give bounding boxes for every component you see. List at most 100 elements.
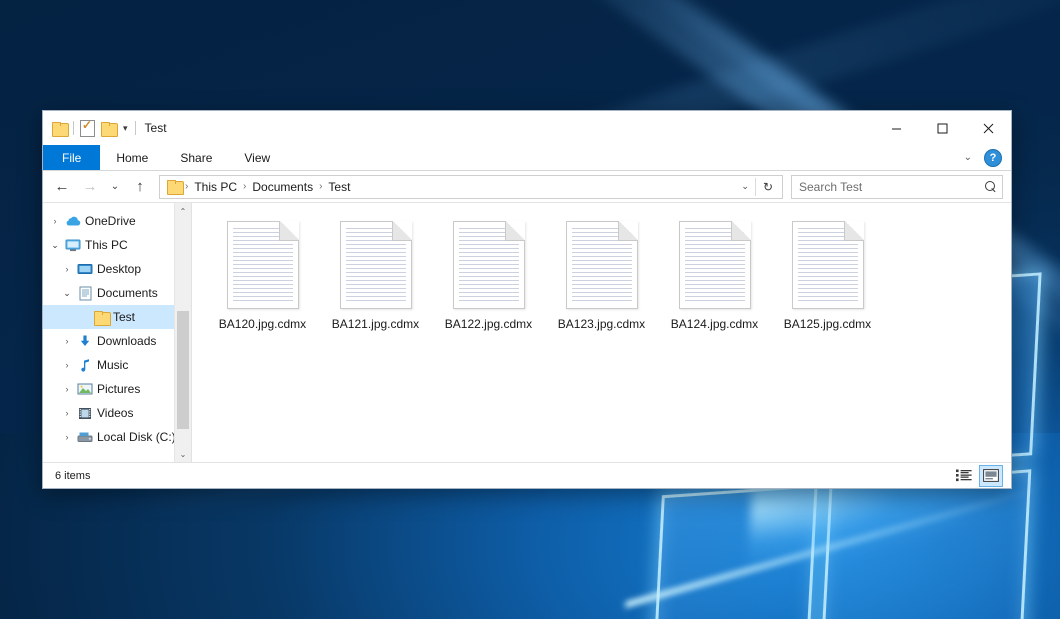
search-icon[interactable] xyxy=(985,181,997,193)
sidebar-item-test[interactable]: Test xyxy=(43,305,191,329)
file-item[interactable]: BA123.jpg.cdmx xyxy=(545,217,658,337)
generic-document-icon xyxy=(227,221,299,309)
generic-document-icon xyxy=(566,221,638,309)
folder-icon xyxy=(91,311,111,324)
file-list-view[interactable]: BA120.jpg.cdmx BA121.jpg.cdmx BA122.jpg.… xyxy=(192,203,1011,462)
harddisk-icon xyxy=(75,431,95,443)
sidebar-item-label: Test xyxy=(111,310,135,324)
sidebar-item-label: Desktop xyxy=(95,262,141,276)
film-icon xyxy=(75,407,95,420)
breadcrumb-folder-icon[interactable] xyxy=(167,180,182,193)
sidebar-item-pictures[interactable]: › Pictures xyxy=(43,377,191,401)
generic-document-icon xyxy=(679,221,751,309)
sidebar-item-label: Documents xyxy=(95,286,158,300)
expander-icon[interactable]: › xyxy=(47,216,63,226)
back-button[interactable]: ← xyxy=(49,175,75,199)
file-item[interactable]: BA120.jpg.cdmx xyxy=(206,217,319,337)
toolbar-divider xyxy=(73,121,74,135)
sidebar-item-label: Downloads xyxy=(95,334,156,348)
sidebar-item-this-pc[interactable]: ⌄ This PC xyxy=(43,233,191,257)
documents-icon xyxy=(75,286,95,301)
sidebar-item-documents[interactable]: ⌄ Documents xyxy=(43,281,191,305)
properties-icon[interactable] xyxy=(80,120,95,137)
quick-access-toolbar: ▾ xyxy=(43,120,136,137)
file-explorer-window: ▾ Test File Home Share View ⌄ ? ← → xyxy=(42,110,1012,489)
expander-icon[interactable]: ⌄ xyxy=(59,288,75,299)
view-mode-buttons xyxy=(953,465,1003,487)
expander-icon[interactable]: › xyxy=(59,432,75,442)
scroll-up-icon[interactable]: ⌃ xyxy=(175,203,191,219)
maximize-button[interactable] xyxy=(919,111,965,145)
breadcrumb-dropdown-icon[interactable]: ⌄ xyxy=(735,181,755,192)
generic-document-icon xyxy=(340,221,412,309)
sidebar-item-label: OneDrive xyxy=(83,214,136,228)
breadcrumb-item-this-pc[interactable]: This PC xyxy=(189,180,242,194)
file-name: BA125.jpg.cdmx xyxy=(784,317,871,331)
expander-icon[interactable]: › xyxy=(59,360,75,370)
navigation-pane: › OneDrive ⌄ This PC › xyxy=(43,203,192,462)
search-input[interactable] xyxy=(797,179,985,195)
new-folder-icon[interactable] xyxy=(101,122,116,135)
picture-icon xyxy=(75,383,95,395)
customize-caret-icon[interactable]: ▾ xyxy=(122,124,129,133)
refresh-icon[interactable]: ↻ xyxy=(756,180,780,194)
tab-home[interactable]: Home xyxy=(100,145,164,170)
expander-icon[interactable]: › xyxy=(59,264,75,274)
file-item[interactable]: BA125.jpg.cdmx xyxy=(771,217,884,337)
sidebar-item-local-disk-c[interactable]: › Local Disk (C:) xyxy=(43,425,191,449)
breadcrumb[interactable]: › This PC › Documents › Test ⌄ ↻ xyxy=(159,175,783,199)
search-box[interactable] xyxy=(791,175,1003,199)
tab-view[interactable]: View xyxy=(228,145,286,170)
chevron-down-icon[interactable]: ⌄ xyxy=(960,152,976,163)
generic-document-icon xyxy=(453,221,525,309)
onedrive-cloud-icon xyxy=(63,215,83,227)
generic-document-icon xyxy=(792,221,864,309)
scroll-down-icon[interactable]: ⌄ xyxy=(175,446,191,462)
desktop-icon xyxy=(75,263,95,276)
expander-icon[interactable]: › xyxy=(59,336,75,346)
expander-icon[interactable]: › xyxy=(59,408,75,418)
title-bar: ▾ Test xyxy=(43,111,1011,145)
address-bar: ← → ⌄ ↑ › This PC › Documents › Test ⌄ ↻ xyxy=(43,171,1011,203)
expander-icon[interactable]: › xyxy=(59,384,75,394)
file-item[interactable]: BA122.jpg.cdmx xyxy=(432,217,545,337)
ribbon-right-controls: ⌄ ? xyxy=(960,145,1007,170)
status-bar: 6 items xyxy=(43,462,1011,488)
sidebar-item-label: Pictures xyxy=(95,382,140,396)
up-button[interactable]: ↑ xyxy=(127,175,153,199)
sidebar-item-music[interactable]: › Music xyxy=(43,353,191,377)
file-grid: BA120.jpg.cdmx BA121.jpg.cdmx BA122.jpg.… xyxy=(206,217,1011,337)
tab-file[interactable]: File xyxy=(43,145,100,170)
tab-share[interactable]: Share xyxy=(164,145,228,170)
ribbon-tab-bar: File Home Share View ⌄ ? xyxy=(43,145,1011,171)
sidebar-item-onedrive[interactable]: › OneDrive xyxy=(43,209,191,233)
explorer-body: › OneDrive ⌄ This PC › xyxy=(43,203,1011,462)
sidebar-item-downloads[interactable]: › Downloads xyxy=(43,329,191,353)
file-name: BA124.jpg.cdmx xyxy=(671,317,758,331)
music-note-icon xyxy=(75,358,95,372)
toolbar-divider xyxy=(135,121,136,135)
file-item[interactable]: BA124.jpg.cdmx xyxy=(658,217,771,337)
folder-icon[interactable] xyxy=(52,122,67,135)
details-view-button[interactable] xyxy=(953,466,975,486)
window-controls xyxy=(873,111,1011,145)
scrollbar-thumb[interactable] xyxy=(177,311,189,429)
large-icons-view-button[interactable] xyxy=(979,465,1003,487)
recent-locations-button[interactable]: ⌄ xyxy=(105,175,125,199)
sidebar-item-label: Local Disk (C:) xyxy=(95,430,176,444)
breadcrumb-item-documents[interactable]: Documents xyxy=(247,180,318,194)
sidebar-item-desktop[interactable]: › Desktop xyxy=(43,257,191,281)
downloads-arrow-icon xyxy=(75,334,95,348)
close-button[interactable] xyxy=(965,111,1011,145)
sidebar-scrollbar[interactable]: ⌃ ⌄ xyxy=(174,203,191,462)
sidebar-item-label: This PC xyxy=(83,238,128,252)
breadcrumb-item-test[interactable]: Test xyxy=(323,180,355,194)
help-icon[interactable]: ? xyxy=(984,149,1002,167)
file-item[interactable]: BA121.jpg.cdmx xyxy=(319,217,432,337)
expander-icon[interactable]: ⌄ xyxy=(47,240,63,251)
sidebar-item-label: Music xyxy=(95,358,128,372)
forward-button: → xyxy=(77,175,103,199)
sidebar-item-videos[interactable]: › Videos xyxy=(43,401,191,425)
minimize-button[interactable] xyxy=(873,111,919,145)
sidebar-item-label: Videos xyxy=(95,406,133,420)
